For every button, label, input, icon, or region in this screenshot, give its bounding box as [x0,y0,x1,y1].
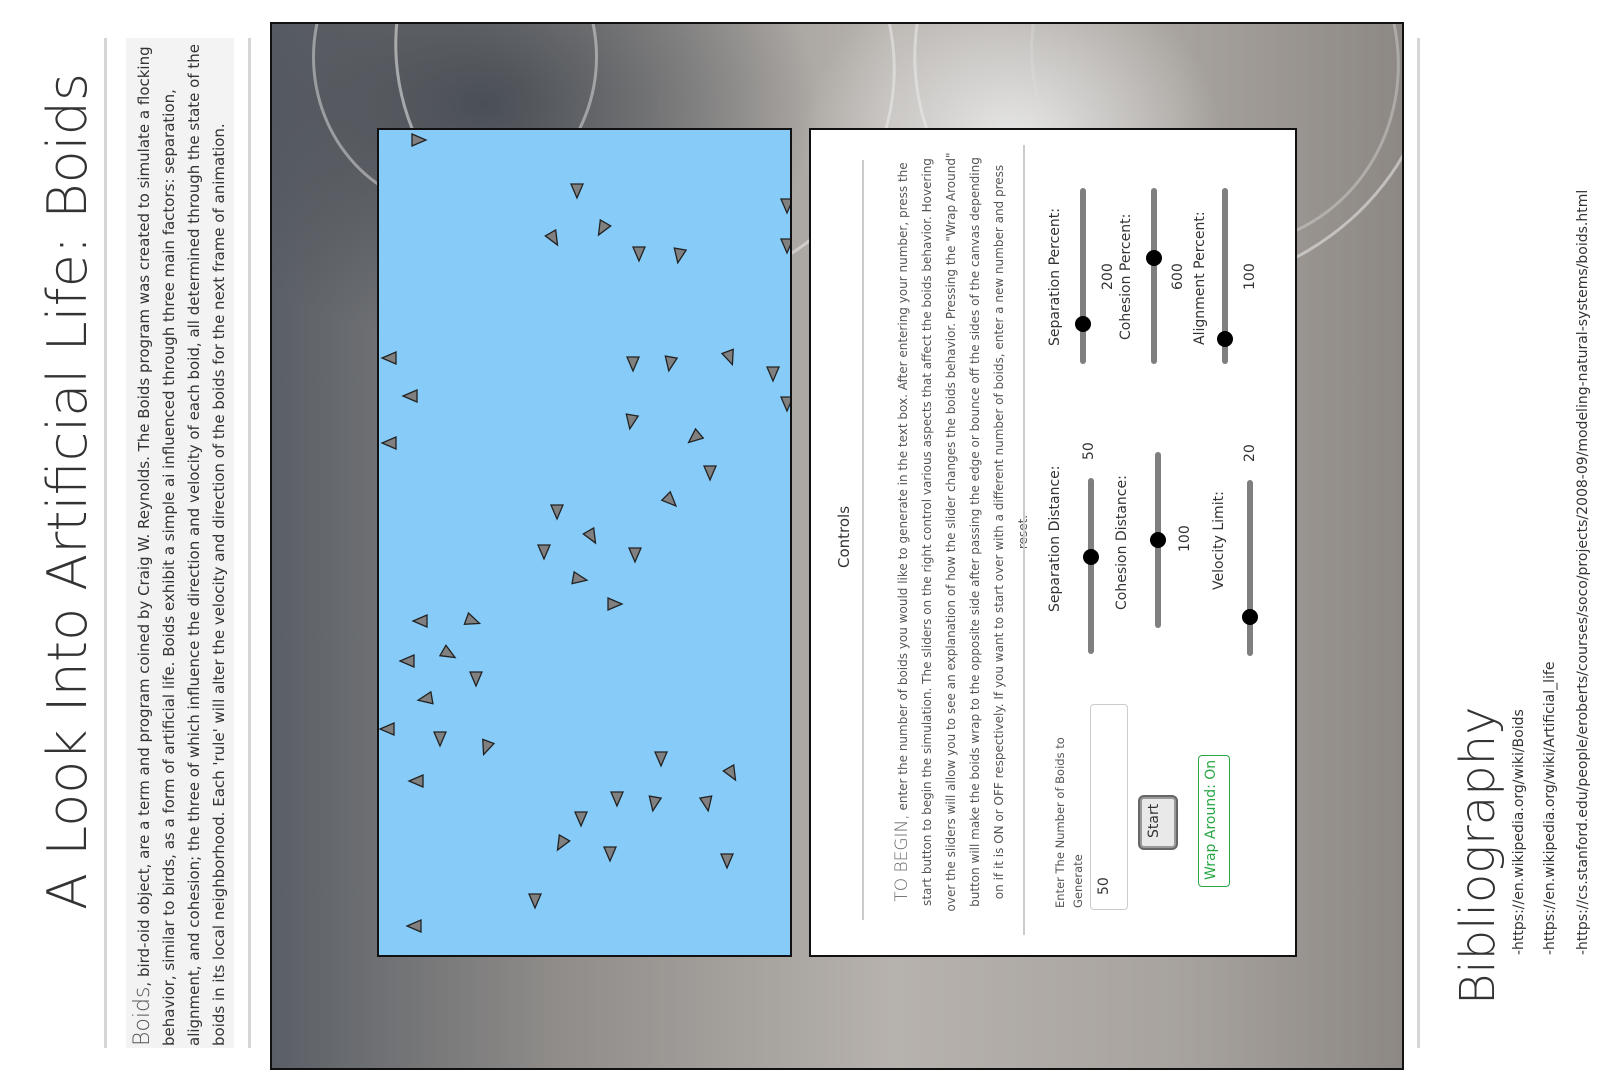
separation-percent-label: Separation Percent: [1047,208,1063,346]
boid-triangle [625,413,640,431]
wrap-around-label: Wrap Around: On [1203,759,1219,880]
boid-triangle [407,774,424,788]
intro-body: , bird-oid object, are a term and progra… [135,43,228,1046]
boid-triangle [766,366,780,383]
controls-divider-right [1023,145,1025,935]
boid-triangle [463,611,482,625]
boid-triangle [687,427,705,444]
velocity-limit-slider[interactable] [1247,480,1253,656]
separation-percent-slider[interactable] [1080,188,1086,364]
boid-triangle [550,504,564,521]
boid-triangle [780,396,790,413]
boid-triangle [780,238,790,255]
bibliography-divider [1417,38,1420,1048]
boid-triangle [673,247,688,265]
boid-triangle [379,722,395,736]
alignment-percent-label: Alignment Percent: [1192,211,1208,345]
boid-triangle [570,183,584,200]
cohesion-distance-label: Cohesion Distance: [1114,475,1130,610]
boid-triangle [597,218,612,237]
cohesion-distance-value: 100 [1177,525,1193,552]
boid-triangle [416,690,434,705]
boid-triangle [401,389,418,403]
cohesion-percent-slider[interactable] [1151,188,1157,364]
separation-percent-value: 200 [1100,263,1116,290]
bibliography-link-boids[interactable]: -https://en.wikipedia.org/wiki/Boids [1509,695,1529,955]
boid-triangle [380,351,397,365]
boid-triangle [664,355,679,373]
boid-triangle [660,490,678,508]
boid-triangle [722,763,737,782]
start-button-label: Start [1146,803,1162,838]
boid-triangle [603,846,617,863]
title-divider [104,38,107,1048]
boid-count-value: 50 [1096,877,1112,895]
boid-triangle [438,644,457,659]
boid-triangle [610,791,624,808]
boid-triangle [574,811,588,828]
boid-triangle [607,597,624,611]
simulation-canvas[interactable] [377,128,792,957]
boid-triangle [398,654,415,668]
boid-triangle [405,919,422,933]
boid-triangle [648,795,663,813]
boid-triangle [411,614,428,628]
boid-count-label: Enter The Number of Boids to Generate [1053,737,1085,908]
intro-lead: Boids [130,986,155,1046]
instructions-lead: TO BEGIN, [892,814,912,902]
controls-title: Controls [835,505,853,568]
boid-triangle [482,738,496,757]
boid-triangle [582,526,597,545]
boid-triangle [626,356,640,373]
boids-layer [379,133,790,933]
bibliography-title: Bibliography [1450,706,1506,1005]
alignment-percent-value: 100 [1242,263,1258,290]
boid-triangle [698,795,713,813]
boid-triangle [433,731,447,748]
boid-triangle [544,228,559,247]
boid-triangle [654,751,668,768]
intro-paragraph: Boids, bird-oid object, are a term and p… [130,40,234,1046]
page-title: A Look Into Artificial Life: Boids [36,72,99,910]
instructions-body: enter the number of boids you would like… [896,152,1030,912]
boid-triangle [628,547,642,564]
velocity-limit-label: Velocity Limit: [1211,491,1227,590]
boid-triangle [528,893,542,910]
separation-percent-thumb[interactable] [1075,315,1091,332]
cohesion-percent-label: Cohesion Percent: [1118,213,1134,340]
boid-triangle [720,348,734,367]
boid-triangle [720,853,734,870]
boid-triangle [632,246,646,263]
boid-triangle [780,198,790,215]
bibliography-link-artificial-life[interactable]: -https://en.wikipedia.org/wiki/Artificia… [1540,655,1560,955]
boid-triangle [537,544,551,561]
separation-distance-slider[interactable] [1088,478,1094,654]
boid-triangle [556,833,571,852]
separation-distance-value: 50 [1081,442,1097,460]
boid-triangle [571,570,589,585]
boid-triangle [380,436,397,450]
boid-triangle [703,465,717,482]
boid-triangle [469,671,483,688]
controls-divider-left [862,160,864,920]
intro-divider [248,38,251,1048]
separation-distance-label: Separation Distance: [1047,465,1063,612]
velocity-limit-value: 20 [1242,444,1258,462]
boid-triangle [411,133,428,147]
cohesion-percent-value: 600 [1170,263,1186,290]
cohesion-distance-thumb[interactable] [1150,532,1166,548]
bibliography-link-stanford[interactable]: -https://cs.stanford.edu/people/eroberts… [1573,175,1593,955]
instructions-text: TO BEGIN, enter the number of boids you … [890,152,1030,912]
